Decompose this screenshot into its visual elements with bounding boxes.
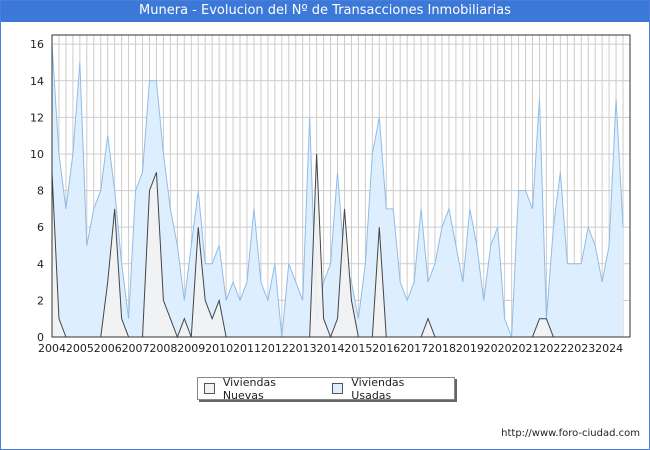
y-tick-label: 6 bbox=[37, 221, 44, 234]
legend-item-usadas: Viviendas Usadas bbox=[332, 376, 446, 402]
x-tick-label: 2010 bbox=[205, 342, 233, 355]
x-tick-label: 2009 bbox=[177, 342, 205, 355]
x-tick-label: 2007 bbox=[122, 342, 150, 355]
x-tick-label: 2015 bbox=[344, 342, 372, 355]
y-tick-label: 12 bbox=[30, 111, 44, 124]
legend: Viviendas Nuevas Viviendas Usadas bbox=[197, 376, 455, 402]
y-tick-label: 10 bbox=[30, 148, 44, 161]
y-tick-label: 4 bbox=[37, 258, 44, 271]
legend-swatch-usadas bbox=[332, 383, 344, 394]
legend-label-usadas: Viviendas Usadas bbox=[351, 375, 405, 402]
y-tick-label: 14 bbox=[30, 75, 44, 88]
y-tick-label: 2 bbox=[37, 294, 44, 307]
x-tick-label: 2017 bbox=[400, 342, 428, 355]
x-tick-label: 2022 bbox=[539, 342, 567, 355]
x-tick-label: 2012 bbox=[261, 342, 289, 355]
x-tick-label: 2019 bbox=[456, 342, 484, 355]
x-tick-label: 2024 bbox=[595, 342, 623, 355]
x-tick-label: 2021 bbox=[512, 342, 540, 355]
footer-url[interactable]: http://www.foro-ciudad.com bbox=[501, 428, 640, 439]
x-tick-label: 2023 bbox=[567, 342, 595, 355]
x-tick-label: 2006 bbox=[94, 342, 122, 355]
x-tick-label: 2008 bbox=[149, 342, 177, 355]
legend-swatch-nuevas bbox=[204, 383, 215, 394]
y-tick-label: 16 bbox=[30, 38, 44, 51]
x-tick-label: 2014 bbox=[317, 342, 345, 355]
x-tick-label: 2013 bbox=[289, 342, 317, 355]
x-tick-label: 2004 bbox=[38, 342, 66, 355]
x-tick-label: 2011 bbox=[233, 342, 261, 355]
x-tick-label: 2005 bbox=[66, 342, 94, 355]
x-tick-label: 2018 bbox=[428, 342, 456, 355]
y-tick-label: 8 bbox=[37, 185, 44, 198]
x-tick-label: 2016 bbox=[372, 342, 400, 355]
legend-label-nuevas: Viviendas Nuevas bbox=[222, 375, 276, 402]
x-tick-label: 2020 bbox=[484, 342, 512, 355]
legend-item-nuevas: Viviendas Nuevas bbox=[204, 376, 318, 402]
